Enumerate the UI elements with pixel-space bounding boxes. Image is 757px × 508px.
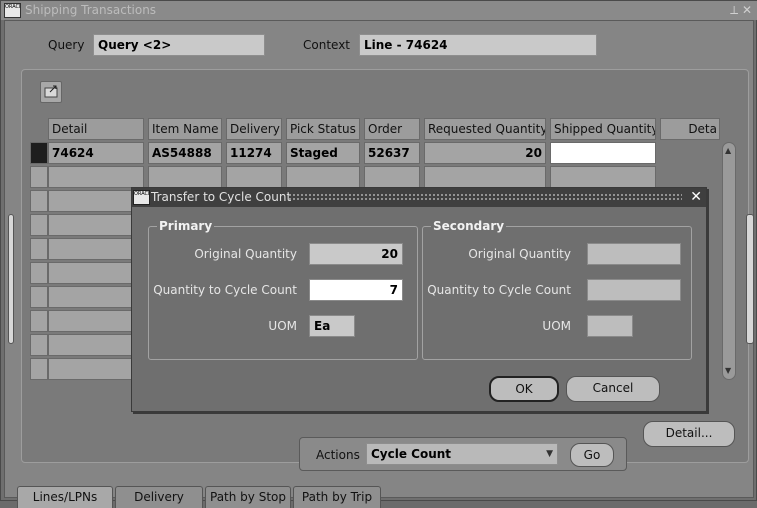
empty-cell[interactable] bbox=[48, 238, 144, 260]
secondary-original-quantity-label: Original Quantity bbox=[468, 247, 571, 261]
secondary-original-quantity-field bbox=[587, 243, 681, 265]
context-field[interactable]: Line - 74624 bbox=[359, 34, 597, 56]
row-indicator[interactable] bbox=[30, 262, 48, 284]
empty-cell[interactable] bbox=[550, 166, 656, 188]
row-indicator[interactable] bbox=[30, 238, 48, 260]
cell-item-name[interactable]: AS54888 bbox=[148, 142, 222, 164]
row-indicator[interactable] bbox=[30, 190, 48, 212]
scroll-down-icon[interactable]: ▼ bbox=[725, 367, 733, 375]
col-requested-quantity[interactable]: Requested Quantity bbox=[424, 118, 546, 140]
tab-path-by-trip[interactable]: Path by Trip bbox=[293, 486, 381, 508]
empty-cell[interactable] bbox=[424, 166, 546, 188]
left-scroll-handle[interactable] bbox=[8, 214, 14, 344]
secondary-group-title: Secondary bbox=[431, 218, 507, 234]
oracle-logo-icon: ORACLE bbox=[133, 190, 150, 205]
primary-uom-label: UOM bbox=[268, 319, 297, 333]
row-indicator[interactable] bbox=[30, 310, 48, 332]
col-shipped-quantity[interactable]: Shipped Quantity bbox=[550, 118, 656, 140]
chevron-down-icon[interactable]: ▼ bbox=[546, 444, 553, 464]
row-indicator-current[interactable] bbox=[30, 142, 48, 164]
primary-original-quantity-field: 20 bbox=[309, 243, 403, 265]
primary-cycle-count-label: Quantity to Cycle Count bbox=[153, 283, 297, 297]
cell-order[interactable]: 52637 bbox=[364, 142, 420, 164]
col-pick-status[interactable]: Pick Status bbox=[286, 118, 360, 140]
empty-cell[interactable] bbox=[48, 286, 144, 308]
secondary-uom-label: UOM bbox=[542, 319, 571, 333]
empty-cell[interactable] bbox=[226, 166, 282, 188]
empty-cell[interactable] bbox=[48, 262, 144, 284]
secondary-cycle-count-field[interactable] bbox=[587, 279, 681, 301]
empty-cell[interactable] bbox=[48, 214, 144, 236]
oracle-logo-icon: ORACLE bbox=[4, 3, 21, 18]
right-scroll-handle[interactable] bbox=[746, 214, 754, 344]
tab-lines-lpns[interactable]: Lines/LPNs bbox=[17, 486, 113, 508]
tab-delivery[interactable]: Delivery bbox=[115, 486, 203, 508]
empty-cell[interactable] bbox=[48, 358, 144, 380]
window-titlebar: ORACLE Shipping Transactions ⟂ ✕ bbox=[1, 1, 757, 20]
query-field[interactable]: Query <2> bbox=[93, 34, 265, 56]
secondary-cycle-count-label: Quantity to Cycle Count bbox=[427, 283, 571, 297]
cell-shipped-quantity[interactable] bbox=[550, 142, 656, 164]
window-title: Shipping Transactions bbox=[25, 3, 157, 17]
scroll-up-icon[interactable]: ▲ bbox=[725, 147, 733, 155]
dialog-title: Transfer to Cycle Count bbox=[151, 190, 292, 204]
window-controls[interactable]: ⟂ ✕ bbox=[730, 1, 752, 20]
folder-icon[interactable] bbox=[40, 81, 62, 103]
row-indicator[interactable] bbox=[30, 214, 48, 236]
empty-cell[interactable] bbox=[148, 166, 222, 188]
cell-pick-status[interactable]: Staged bbox=[286, 142, 360, 164]
col-item-name[interactable]: Item Name bbox=[148, 118, 222, 140]
empty-cell[interactable] bbox=[48, 310, 144, 332]
tab-path-by-stop[interactable]: Path by Stop bbox=[205, 486, 291, 508]
cell-delivery[interactable]: 11274 bbox=[226, 142, 282, 164]
col-detail-more[interactable]: Deta bbox=[660, 118, 720, 140]
primary-original-quantity-label: Original Quantity bbox=[194, 247, 297, 261]
row-indicator[interactable] bbox=[30, 166, 48, 188]
empty-cell[interactable] bbox=[364, 166, 420, 188]
go-button[interactable]: Go bbox=[570, 443, 614, 467]
row-indicator[interactable] bbox=[30, 334, 48, 356]
transfer-to-cycle-count-dialog: ORACLE Transfer to Cycle Count ✕ Primary… bbox=[131, 187, 707, 412]
grid-vertical-scrollbar[interactable]: ▲ ▼ bbox=[722, 142, 736, 380]
dialog-titlebar: ORACLE Transfer to Cycle Count ✕ bbox=[132, 188, 706, 207]
empty-cell[interactable] bbox=[48, 334, 144, 356]
col-delivery[interactable]: Delivery bbox=[226, 118, 282, 140]
primary-cycle-count-input[interactable]: 7 bbox=[309, 279, 403, 301]
detail-button[interactable]: Detail... bbox=[643, 421, 735, 447]
empty-cell[interactable] bbox=[48, 190, 144, 212]
empty-cell[interactable] bbox=[286, 166, 360, 188]
context-label: Context bbox=[303, 38, 351, 52]
primary-group: Primary Original Quantity 20 Quantity to… bbox=[148, 218, 418, 360]
cancel-button[interactable]: Cancel bbox=[566, 376, 660, 402]
row-indicator[interactable] bbox=[30, 286, 48, 308]
actions-select[interactable]: Cycle Count ▼ bbox=[366, 443, 558, 465]
actions-select-value: Cycle Count bbox=[371, 447, 452, 461]
cell-requested-quantity[interactable]: 20 bbox=[424, 142, 546, 164]
empty-cell[interactable] bbox=[48, 166, 144, 188]
titlebar-pattern bbox=[288, 193, 682, 202]
col-order[interactable]: Order bbox=[364, 118, 420, 140]
actions-label: Actions bbox=[316, 448, 360, 462]
cell-detail[interactable]: 74624 bbox=[48, 142, 144, 164]
row-indicator[interactable] bbox=[30, 358, 48, 380]
ok-button[interactable]: OK bbox=[489, 376, 559, 402]
primary-uom-field[interactable]: Ea bbox=[309, 315, 355, 337]
close-icon[interactable]: ✕ bbox=[690, 188, 702, 207]
actions-group: Actions Cycle Count ▼ Go bbox=[299, 437, 627, 471]
query-label: Query bbox=[48, 38, 85, 52]
primary-group-title: Primary bbox=[157, 218, 215, 234]
col-detail[interactable]: Detail bbox=[48, 118, 144, 140]
secondary-group: Secondary Original Quantity Quantity to … bbox=[422, 218, 692, 360]
secondary-uom-field[interactable] bbox=[587, 315, 633, 337]
